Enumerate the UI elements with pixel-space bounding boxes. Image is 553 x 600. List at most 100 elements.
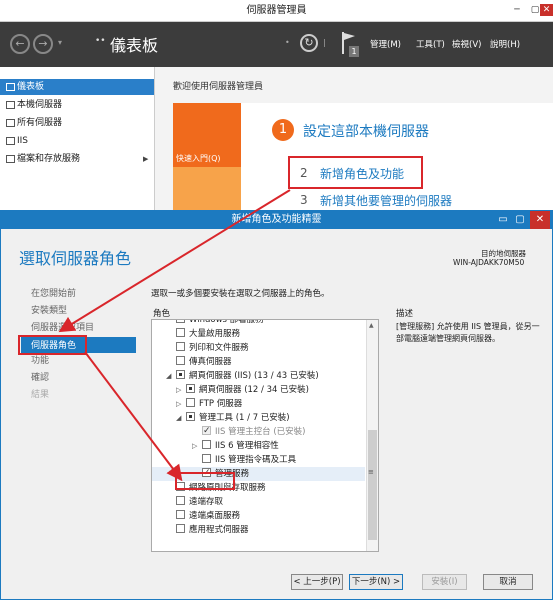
management-service-highlight bbox=[175, 472, 235, 490]
role-checkbox bbox=[202, 424, 211, 438]
dashboard-main: 歡迎使用伺服器管理員 快速入門(Q) 1 設定這部本機伺服器 2 新增角色及功能… bbox=[155, 67, 553, 212]
refresh-icon[interactable]: ↻ bbox=[300, 34, 318, 52]
role-row[interactable]: 傳真伺服器 bbox=[152, 355, 365, 369]
role-label: FTP 伺服器 bbox=[199, 399, 243, 409]
role-row[interactable]: IIS 管理主控台 (已安裝) bbox=[152, 424, 365, 439]
prev-button[interactable]: < 上一步(P) bbox=[291, 574, 343, 590]
expander-icon[interactable]: ▷ bbox=[176, 383, 184, 397]
role-label: IIS 管理主控台 (已安裝) bbox=[215, 427, 306, 437]
dropdown-icon[interactable]: • bbox=[285, 38, 290, 47]
expander-icon[interactable]: ▷ bbox=[176, 397, 184, 411]
role-checkbox[interactable] bbox=[176, 356, 185, 365]
sidebar-item-dashboard[interactable]: 儀表板 bbox=[0, 79, 154, 95]
roles-scrollbar[interactable]: ▲ ≡ bbox=[366, 320, 378, 551]
scroll-thumb[interactable] bbox=[368, 430, 377, 540]
role-checkbox[interactable] bbox=[176, 524, 185, 533]
role-row[interactable]: ▷ FTP 伺服器 bbox=[152, 397, 365, 411]
back-icon[interactable]: ← bbox=[10, 34, 30, 54]
role-row[interactable]: 遠端存取 bbox=[152, 495, 365, 509]
sidebar-item-all-servers[interactable]: 所有伺服器 bbox=[3, 115, 153, 131]
welcome-title: 歡迎使用伺服器管理員 bbox=[173, 82, 264, 92]
nav-server-selection[interactable]: 伺服器選取項目 bbox=[31, 321, 94, 335]
role-checkbox[interactable] bbox=[202, 440, 211, 449]
role-row[interactable]: ◢ 管理工具 (1 / 7 已安裝) bbox=[152, 411, 365, 425]
role-row[interactable]: Windows 部署服務 bbox=[152, 319, 365, 327]
add-roles-wizard: 新增角色及功能精靈 ▭ ▢ ✕ 選取伺服器角色 目的地伺服器 WIN-AJDAK… bbox=[0, 210, 553, 600]
history-dropdown-icon[interactable]: ▾ bbox=[58, 38, 62, 47]
chevron-right-icon: ▶ bbox=[143, 155, 149, 163]
whats-new-tile[interactable] bbox=[173, 167, 241, 212]
next-button[interactable]: 下一步(N) > bbox=[349, 574, 403, 590]
role-checkbox[interactable] bbox=[186, 412, 195, 421]
server-manager-sidebar: 儀表板 本機伺服器 所有伺服器 IIS 檔案和存放服務 ▶ bbox=[0, 67, 155, 212]
breadcrumb: 儀表板 bbox=[110, 36, 159, 55]
sidebar-item-iis[interactable]: IIS bbox=[3, 133, 153, 149]
role-checkbox[interactable] bbox=[176, 320, 185, 323]
step-1-number: 1 bbox=[272, 119, 294, 141]
role-label: 管理工具 (1 / 7 已安裝) bbox=[199, 413, 290, 423]
storage-icon bbox=[6, 155, 15, 163]
step-3-link[interactable]: 新增其他要管理的伺服器 bbox=[320, 192, 452, 209]
menu-view[interactable]: 檢視(V) bbox=[452, 38, 481, 50]
cancel-button[interactable]: 取消 bbox=[483, 574, 533, 590]
step-1-link[interactable]: 設定這部本機伺服器 bbox=[303, 121, 429, 141]
wizard-maximize-button[interactable]: ▢ bbox=[513, 211, 527, 229]
nav-features[interactable]: 功能 bbox=[31, 354, 49, 368]
sidebar-item-local-server[interactable]: 本機伺服器 bbox=[3, 97, 153, 113]
role-checkbox[interactable] bbox=[176, 510, 185, 519]
roles-header: 角色 bbox=[153, 309, 171, 319]
description-text: [管理服務] 允許使用 IIS 管理員，從另一部電腦遠端管理網頁伺服器。 bbox=[396, 322, 540, 343]
role-checkbox[interactable] bbox=[176, 342, 185, 351]
refresh-dropdown-icon[interactable]: | bbox=[323, 38, 326, 47]
wizard-close-button[interactable]: ✕ bbox=[530, 211, 550, 229]
server-manager-titlebar: 伺服器管理員 ─ ▢ ✕ bbox=[0, 0, 553, 22]
server-icon bbox=[6, 101, 15, 109]
menu-help[interactable]: 說明(H) bbox=[490, 38, 520, 50]
expander-icon[interactable]: ◢ bbox=[176, 411, 184, 425]
menu-manage[interactable]: 管理(M) bbox=[370, 38, 401, 50]
role-row[interactable]: 大量啟用服務 bbox=[152, 327, 365, 341]
role-checkbox[interactable] bbox=[186, 384, 195, 393]
role-row[interactable]: ▷ IIS 6 管理相容性 bbox=[152, 439, 365, 453]
scroll-up-icon[interactable]: ▲ bbox=[369, 322, 374, 329]
menu-tools[interactable]: 工具(T) bbox=[416, 38, 445, 50]
instruction-text: 選取一或多個要安裝在選取之伺服器上的角色。 bbox=[151, 289, 330, 299]
install-button: 安裝(I) bbox=[422, 574, 467, 590]
nav-before-you-begin[interactable]: 在您開始前 bbox=[31, 287, 76, 301]
quickstart-tile[interactable]: 快速入門(Q) bbox=[173, 103, 241, 167]
wizard-title: 新增角色及功能精靈 bbox=[231, 214, 322, 225]
role-checkbox[interactable] bbox=[186, 398, 195, 407]
role-row[interactable]: ◢ 網頁伺服器 (IIS) (13 / 43 已安裝) bbox=[152, 369, 365, 383]
destination-server: WIN-AJDAKK70M50 bbox=[453, 258, 525, 267]
role-checkbox[interactable] bbox=[176, 370, 185, 379]
role-label: 遠端桌面服務 bbox=[189, 511, 241, 521]
expander-icon[interactable]: ▷ bbox=[192, 439, 200, 453]
role-label: 傳真伺服器 bbox=[189, 357, 232, 367]
role-checkbox[interactable] bbox=[176, 496, 185, 505]
expander-icon[interactable]: ◢ bbox=[166, 369, 174, 383]
role-checkbox[interactable] bbox=[202, 454, 211, 463]
wizard-titlebar: 新增角色及功能精靈 ▭ ▢ ✕ bbox=[1, 211, 552, 229]
role-row[interactable]: 遠端桌面服務 bbox=[152, 509, 365, 523]
role-row[interactable]: 應用程式伺服器 bbox=[152, 523, 365, 537]
wizard-heading: 選取伺服器角色 bbox=[19, 249, 132, 268]
nav-confirmation[interactable]: 確認 bbox=[31, 371, 49, 385]
description-header: 描述 bbox=[396, 309, 414, 319]
roles-tree: Windows 部署服務大量啟用服務 列印和文件服務傳真伺服器 ◢ 網頁伺服器 (II… bbox=[151, 319, 379, 552]
role-label: 應用程式伺服器 bbox=[189, 525, 249, 535]
role-label: Windows 部署服務 bbox=[189, 319, 264, 325]
role-row[interactable]: IIS 管理指令碼及工具 bbox=[152, 453, 365, 467]
servers-icon bbox=[6, 119, 15, 127]
forward-icon[interactable]: → bbox=[33, 34, 53, 54]
nav-highlight bbox=[18, 335, 87, 355]
role-checkbox[interactable] bbox=[176, 328, 185, 337]
role-label: IIS 管理指令碼及工具 bbox=[215, 455, 297, 465]
nav-installation-type[interactable]: 安裝類型 bbox=[31, 304, 67, 318]
quickstart-label: 快速入門(Q) bbox=[176, 154, 221, 163]
close-button[interactable]: ✕ bbox=[540, 4, 553, 16]
sidebar-item-file-storage[interactable]: 檔案和存放服務 ▶ bbox=[3, 151, 153, 167]
wizard-minimize-button[interactable]: ▭ bbox=[496, 211, 510, 229]
role-row[interactable]: 列印和文件服務 bbox=[152, 341, 365, 355]
role-row[interactable]: ▷ 網頁伺服器 (12 / 34 已安裝) bbox=[152, 383, 365, 397]
minimize-button[interactable]: ─ bbox=[508, 4, 526, 16]
